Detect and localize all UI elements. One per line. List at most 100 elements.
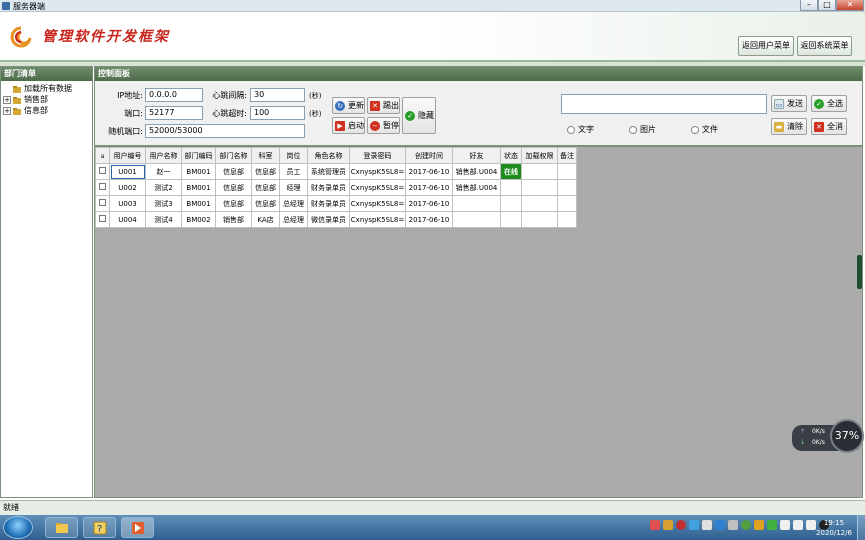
table-cell[interactable]: 测试3 (145, 195, 182, 212)
hide-button[interactable]: ✓ 隐藏 (402, 97, 436, 134)
table-cell[interactable]: 微信录单员 (307, 211, 350, 228)
column-header[interactable]: 加载权限 (521, 147, 558, 164)
network-icon[interactable] (780, 520, 790, 530)
tree-item-info[interactable]: + 信息部 (3, 105, 90, 116)
table-cell[interactable]: 信息部 (215, 195, 252, 212)
clear-button[interactable]: ▬ 清除 (771, 118, 807, 135)
table-cell[interactable]: 经理 (279, 179, 308, 196)
start-button[interactable] (3, 516, 33, 539)
shield-icon[interactable] (715, 520, 725, 530)
table-cell[interactable]: 总经理 (279, 211, 308, 228)
radio-image[interactable]: 图片 (629, 124, 656, 135)
tray-icon[interactable] (767, 520, 777, 530)
table-cell[interactable]: KA店 (251, 211, 280, 228)
table-cell[interactable]: 信息部 (215, 179, 252, 196)
table-cell[interactable] (500, 211, 522, 228)
row-checkbox-cell[interactable] (95, 163, 110, 180)
column-header[interactable]: 部门编码 (181, 147, 216, 164)
send-button[interactable]: ▭ 发送 (771, 95, 807, 112)
table-cell[interactable]: 2017-06-10 (405, 179, 453, 196)
pause-button[interactable]: − 暂停 (367, 117, 400, 134)
table-cell[interactable] (557, 195, 577, 212)
row-checkbox-cell[interactable] (95, 211, 110, 228)
expand-icon[interactable]: + (3, 106, 11, 115)
column-header[interactable]: 好友 (452, 147, 501, 164)
table-cell[interactable]: CxnyspK5SL8= (349, 179, 406, 196)
port-input[interactable]: 52177 (145, 106, 203, 120)
table-cell[interactable]: U004 (109, 211, 146, 228)
radio-dot[interactable] (567, 125, 575, 134)
tray-icon[interactable] (676, 520, 686, 530)
table-cell[interactable]: 赵一 (145, 163, 182, 180)
table-cell[interactable]: 在线 (500, 163, 522, 180)
row-checkbox[interactable] (99, 215, 106, 222)
table-cell[interactable]: U003 (109, 195, 146, 212)
taskbar-explorer[interactable] (45, 517, 78, 538)
table-cell[interactable] (521, 195, 558, 212)
show-desktop-button[interactable] (857, 515, 865, 540)
network-speed-widget[interactable]: ↑ 0K/s ↓ 0K/s 37% (792, 419, 864, 453)
close-button[interactable]: ✕ (836, 0, 864, 11)
start-button[interactable]: ▶ 启动 (332, 117, 365, 134)
column-header[interactable]: 用户编号 (109, 147, 146, 164)
tree-item-all[interactable]: 加载所有数据 (3, 83, 90, 94)
table-cell[interactable]: 员工 (279, 163, 308, 180)
tray-icon[interactable] (741, 520, 751, 530)
table-cell[interactable]: 财务录单员 (307, 195, 350, 212)
table-row[interactable]: U003 测试3 BM001 信息部 信息部 总经理 财务录单员 CxnyspK5SL8= 20… (95, 195, 577, 212)
table-cell[interactable] (500, 195, 522, 212)
scroll-indicator[interactable] (857, 255, 862, 289)
table-cell[interactable] (557, 211, 577, 228)
table-cell[interactable]: 总经理 (279, 195, 308, 212)
table-cell[interactable]: 销售部.U004 (452, 163, 501, 180)
return-system-menu-button[interactable]: 返回系统菜单 (797, 36, 852, 56)
tray-icon[interactable] (689, 520, 699, 530)
table-cell[interactable]: 2017-06-10 (405, 211, 453, 228)
minimize-button[interactable]: – (800, 0, 818, 11)
column-header[interactable]: 岗位 (279, 147, 308, 164)
table-cell[interactable]: BM001 (181, 195, 216, 212)
taskbar-app[interactable] (121, 517, 154, 538)
table-cell[interactable]: 销售部 (215, 211, 252, 228)
table-cell[interactable]: 信息部 (251, 195, 280, 212)
select-all-button[interactable]: ✓ 全选 (811, 95, 847, 112)
row-checkbox[interactable] (99, 167, 106, 174)
table-cell[interactable] (521, 179, 558, 196)
return-user-menu-button[interactable]: 返回用户菜单 (738, 36, 794, 56)
table-cell[interactable]: U002 (109, 179, 146, 196)
column-header[interactable]: 登录密码 (349, 147, 406, 164)
table-cell[interactable] (521, 211, 558, 228)
table-cell[interactable]: 信息部 (215, 163, 252, 180)
column-header[interactable]: 角色名称 (307, 147, 350, 164)
table-cell[interactable] (557, 163, 577, 180)
radio-dot[interactable] (691, 125, 699, 134)
kick-button[interactable]: ✕ 踢出 (367, 97, 400, 114)
row-checkbox-cell[interactable] (95, 179, 110, 196)
table-cell[interactable] (452, 195, 501, 212)
tree-item-sales[interactable]: + 销售部 (3, 94, 90, 105)
table-cell[interactable] (452, 211, 501, 228)
table-cell[interactable]: 2017-06-10 (405, 163, 453, 180)
timeout-input[interactable]: 100 (250, 106, 305, 120)
table-cell[interactable]: 信息部 (251, 179, 280, 196)
row-checkbox-cell[interactable] (95, 195, 110, 212)
table-cell[interactable]: U001 (109, 163, 146, 180)
table-cell[interactable]: CxnyspK5SL8= (349, 195, 406, 212)
column-header-select[interactable]: a (95, 147, 110, 164)
tray-icon[interactable] (663, 520, 673, 530)
table-cell[interactable]: 系统管理员 (307, 163, 350, 180)
table-cell[interactable]: BM002 (181, 211, 216, 228)
update-button[interactable]: ↻ 更新 (332, 97, 365, 114)
taskbar-help[interactable]: ? (83, 517, 116, 538)
radio-text[interactable]: 文字 (567, 124, 594, 135)
heartbeat-input[interactable]: 30 (250, 88, 305, 102)
table-cell[interactable]: 信息部 (251, 163, 280, 180)
table-row[interactable]: U001 赵一 BM001 信息部 信息部 员工 系统管理员 CxnyspK5SL8= 2017… (95, 163, 577, 180)
row-checkbox[interactable] (99, 183, 106, 190)
table-cell[interactable] (521, 163, 558, 180)
volume-icon[interactable] (793, 520, 803, 530)
column-header[interactable]: 用户名称 (145, 147, 182, 164)
row-checkbox[interactable] (99, 199, 106, 206)
column-header[interactable]: 创建时间 (405, 147, 453, 164)
clear-all-button[interactable]: ✕ 全消 (811, 118, 847, 135)
